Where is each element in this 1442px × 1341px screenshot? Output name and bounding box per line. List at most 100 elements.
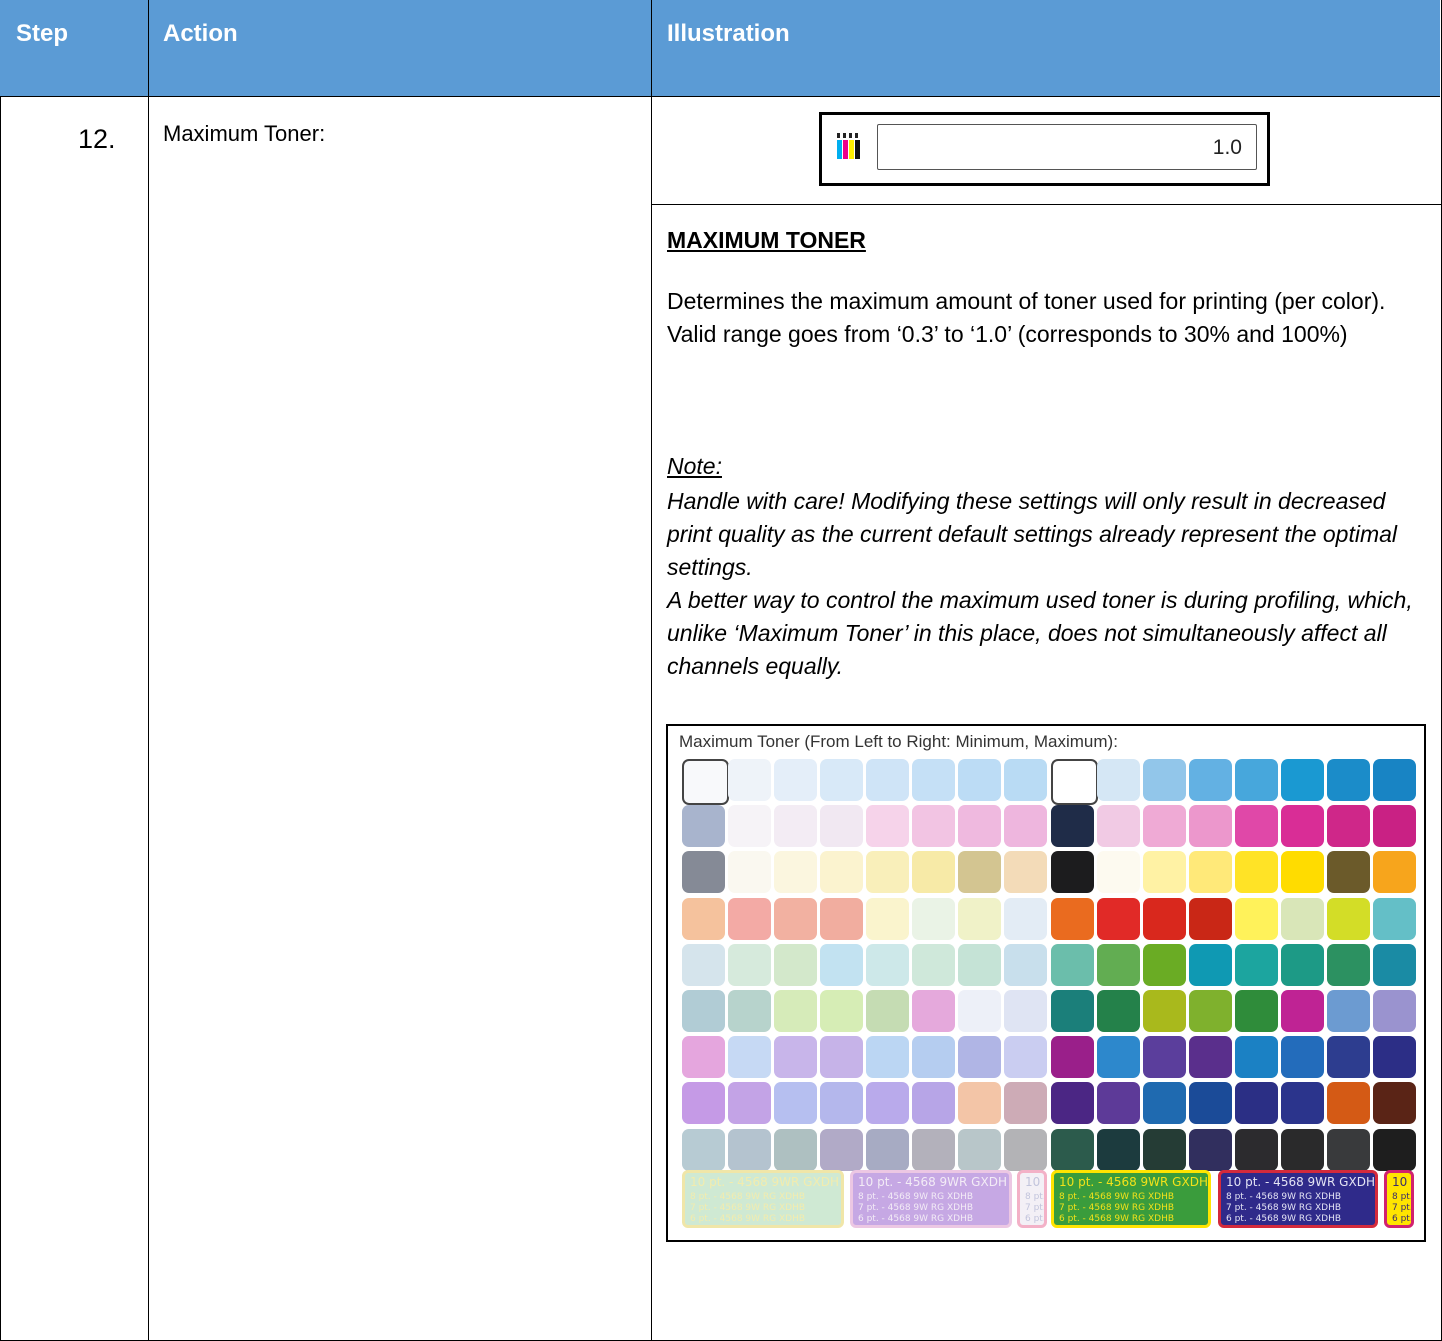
label-sample-text: 7 pt. - 4568 9W RG XDHB [690,1203,806,1213]
swatch-maximum [1235,805,1278,848]
swatch-minimum [866,759,909,801]
swatch-maximum [1143,1036,1186,1079]
swatch-maximum [1189,1082,1232,1125]
swatch-maximum [1051,1128,1094,1171]
swatch-minimum [820,759,863,801]
swatch-minimum [1004,1082,1047,1125]
swatch-maximum [1327,1036,1370,1079]
swatch-minimum [1004,943,1047,986]
swatch-maximum [1327,897,1370,940]
swatch-minimum [1004,851,1047,894]
swatch-maximum [1373,990,1416,1032]
label-sample: 10 pt. - 4568 9WR GXDH B 8 pt. - 4568 9W … [1218,1170,1378,1228]
swatch-minimum [820,1128,863,1171]
swatch-minimum [958,1082,1001,1125]
swatch-maximum [1281,759,1324,801]
label-sample: 10 pt. - 4568 9WR GXDH B 8 pt. - 4568 9W … [850,1170,1012,1228]
swatch-minimum [682,1036,725,1079]
label-sample: 10 p 8 pt.7 pt.6 pt. [1017,1170,1047,1228]
swatch-minimum [958,851,1001,894]
swatch-maximum [1143,990,1186,1032]
swatch-minimum [912,1036,955,1079]
swatch-maximum [1143,943,1186,986]
label-sample-text: 10 pt. - 4568 9WR GXDH B [858,1175,1012,1189]
swatch-minimum [912,1082,955,1125]
label-sample-text: 6 pt. [1025,1214,1046,1224]
swatch-minimum [958,990,1001,1032]
swatch-minimum [912,943,955,986]
swatch-maximum [1327,805,1370,848]
swatch-minimum [774,759,817,801]
swatch-minimum [728,897,771,940]
swatch-maximum [1235,1128,1278,1171]
swatch-maximum [1051,990,1094,1032]
swatch-minimum [958,805,1001,848]
swatch-maximum [1097,805,1140,848]
swatch-maximum [1281,1036,1324,1079]
swatch-minimum [774,943,817,986]
swatch-maximum [1281,943,1324,986]
maximum-toner-value: 1.0 [1212,136,1242,159]
swatch-maximum [1373,805,1416,848]
label-sample-text: 7 pt. [1392,1203,1413,1213]
swatch-minimum [682,1082,725,1125]
label-sample-text: 10 pt. - 4568 9WR GXDH B [690,1175,844,1189]
header-action: Action [163,20,238,47]
maximum-toner-input[interactable]: 1.0 [877,124,1257,170]
swatch-minimum [774,1128,817,1171]
description-text: Determines the maximum amount of toner u… [667,288,1386,347]
swatch-minimum [820,990,863,1032]
cell-divider [651,204,1441,205]
swatch-minimum [866,943,909,986]
swatch-maximum [1051,897,1094,940]
swatch-minimum [958,897,1001,940]
swatch-minimum [682,1128,725,1171]
swatch-maximum [1327,1082,1370,1125]
maximum-toner-field: 1.0 [819,112,1270,186]
swatch-minimum [958,943,1001,986]
swatch-maximum [1281,805,1324,848]
swatch-minimum [820,1082,863,1125]
swatch-minimum [912,1128,955,1171]
label-sample-text: 8 pt. [1025,1192,1046,1202]
label-sample-text: 8 pt. - 4568 9W RG XDHB [1226,1192,1342,1202]
swatch-maximum [1281,990,1324,1032]
swatch-maximum [1097,943,1140,986]
swatch-minimum [1004,805,1047,848]
swatch-maximum [1189,1036,1232,1079]
note-text: Handle with care! Modifying these settin… [667,488,1413,679]
label-sample-text: 8 pt. - 4568 9W RG XDHB [858,1192,974,1202]
swatch-minimum [866,1082,909,1125]
label-sample-text: 8 pt. [1392,1192,1413,1202]
swatch-maximum [1143,851,1186,894]
swatch-maximum [1189,851,1232,894]
header-step: Step [16,20,69,47]
swatch-maximum [1189,759,1232,801]
label-sample-text: 7 pt. - 4568 9W RG XDHB [1059,1203,1175,1213]
swatch-maximum [1143,897,1186,940]
swatch-maximum [1097,1036,1140,1079]
swatch-minimum [958,759,1001,801]
swatch-maximum [1281,1082,1324,1125]
note-label: Note: [667,453,722,479]
label-sample-text: 10 pt. - 4568 9WR GXDH B [1059,1175,1211,1189]
label-sample-text: 6 pt. - 4568 9W RG XDHB [858,1214,974,1224]
swatch-maximum [1281,897,1324,940]
swatch-minimum [958,1128,1001,1171]
swatch-minimum [912,805,955,848]
swatch-minimum [866,805,909,848]
label-sample-text: 6 pt. - 4568 9W RG XDHB [1226,1214,1342,1224]
swatch-maximum [1281,1128,1324,1171]
swatch-maximum [1143,1082,1186,1125]
label-sample-text: 10 p [1025,1175,1044,1189]
swatch-maximum [1373,897,1416,940]
label-sample-text: 8 pt. - 4568 9W RG XDHB [1059,1192,1175,1202]
swatch-minimum [1004,1128,1047,1171]
label-sample: 10 pt. - 4568 9WR GXDH B 8 pt. - 4568 9W … [1051,1170,1211,1228]
swatch-maximum [1051,805,1094,848]
label-sample-text: 6 pt. - 4568 9W RG XDHB [1059,1214,1175,1224]
swatch-maximum [1189,897,1232,940]
swatch-minimum [728,759,771,801]
swatch-minimum [820,943,863,986]
swatch-maximum [1097,759,1140,801]
